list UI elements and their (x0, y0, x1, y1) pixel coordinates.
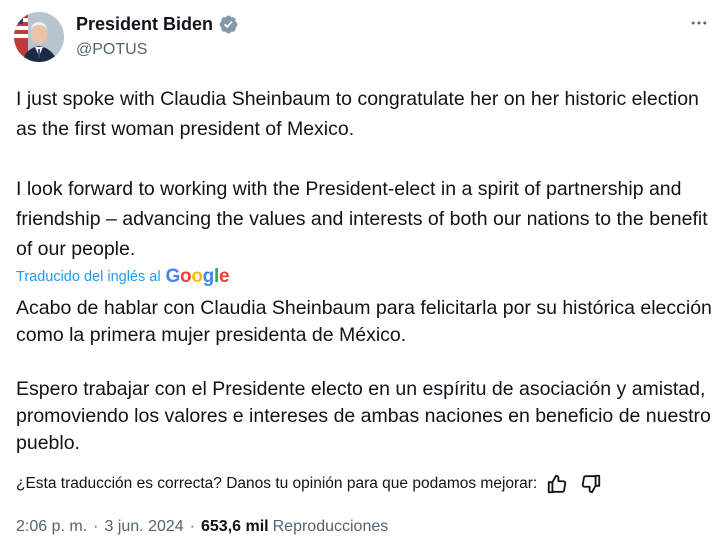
tweet-text-translated: Acabo de hablar con Claudia Sheinbaum pa… (16, 295, 716, 457)
translated-paragraph-2: Espero trabajar con el Presidente electo… (16, 378, 711, 454)
tweet-meta: 2:06 p. m. · 3 jun. 2024 · 653,6 mil Rep… (16, 518, 388, 536)
feedback-prompt: ¿Esta traducción es correcta? Danos tu o… (16, 475, 538, 492)
thumbs-down-icon[interactable] (579, 472, 603, 496)
avatar-image (14, 12, 64, 62)
more-options-button[interactable] (688, 12, 710, 34)
author-handle[interactable]: @POTUS (76, 41, 147, 59)
translation-attribution: Traducido del inglés al Google (16, 266, 230, 288)
tweet-time[interactable]: 2:06 p. m. (16, 518, 87, 536)
author-display-name[interactable]: President Biden (76, 14, 213, 35)
tweet-text-original: I just spoke with Claudia Sheinbaum to c… (16, 84, 716, 264)
tweet-date[interactable]: 3 jun. 2024 (104, 518, 183, 536)
views-count[interactable]: 653,6 mil (201, 518, 269, 536)
author-name-row: President Biden (76, 14, 239, 35)
translated-paragraph-1: Acabo de hablar con Claudia Sheinbaum pa… (16, 297, 712, 346)
meta-separator: · (189, 518, 195, 535)
meta-separator: · (93, 518, 99, 535)
google-logo: Google (165, 266, 230, 287)
tweet-paragraph-1: I just spoke with Claudia Sheinbaum to c… (16, 88, 699, 140)
translation-feedback: ¿Esta traducción es correcta? Danos tu o… (16, 472, 716, 496)
tweet-paragraph-2: I look forward to working with the Presi… (16, 178, 708, 260)
views-label[interactable]: Reproducciones (273, 518, 389, 536)
more-options-icon (691, 21, 707, 25)
verified-badge-icon[interactable] (218, 14, 239, 35)
tweet-card: President Biden @POTUS I just spoke with… (0, 0, 724, 543)
translated-label[interactable]: Traducido del inglés al (16, 269, 161, 285)
thumbs-up-icon[interactable] (545, 472, 569, 496)
avatar[interactable] (14, 12, 64, 62)
